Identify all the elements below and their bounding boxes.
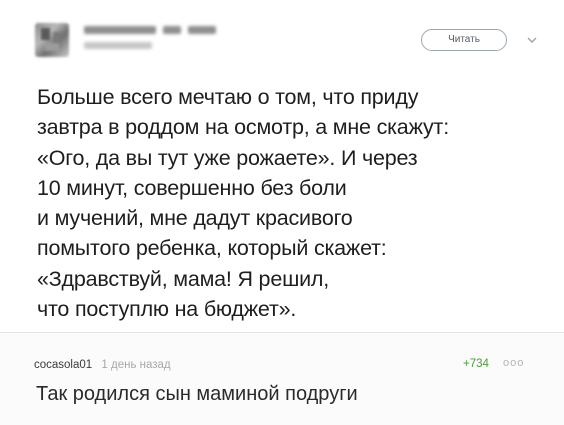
comment-meta: cocasola01 1 день назад: [34, 359, 171, 371]
tweet-line: «Ого, да вы тут уже рожаете». И через: [37, 145, 418, 170]
tweet-line: помытого ребенка, который скажет:: [37, 236, 387, 261]
tweet-line: Больше всего мечтаю о том, что приду: [37, 85, 419, 109]
tweet-line: 10 минут, совершенно без боли: [37, 175, 347, 200]
chevron-down-icon[interactable]: [525, 33, 539, 47]
more-dots-icon[interactable]: ооо: [503, 357, 524, 369]
tweet-line: «Здравствуй, мама! Я решил,: [37, 266, 330, 291]
handle-blurred: [84, 42, 152, 49]
tweet-line: что поступлю на бюджет».: [37, 297, 297, 322]
comment-text: Так родился сын маминой подруги: [36, 383, 358, 405]
tweet-card: Читать Больше всего мечтаю о том, что пр…: [0, 0, 564, 333]
comment-rating: +734: [463, 358, 489, 370]
comment-block: [0, 333, 564, 425]
follow-button[interactable]: Читать: [421, 29, 507, 51]
comment-username[interactable]: cocasola01: [34, 359, 92, 371]
display-name-blurred: [84, 26, 234, 34]
comment-time: 1 день назад: [101, 359, 171, 371]
avatar[interactable]: [35, 23, 69, 57]
tweet-text: Больше всего мечтаю о том, что приду зав…: [37, 82, 552, 324]
tweet-line: завтра в роддом на осмотр, а мне скажут:: [37, 115, 449, 140]
tweet-line: и мучений, мне дадут красивого: [37, 206, 353, 231]
